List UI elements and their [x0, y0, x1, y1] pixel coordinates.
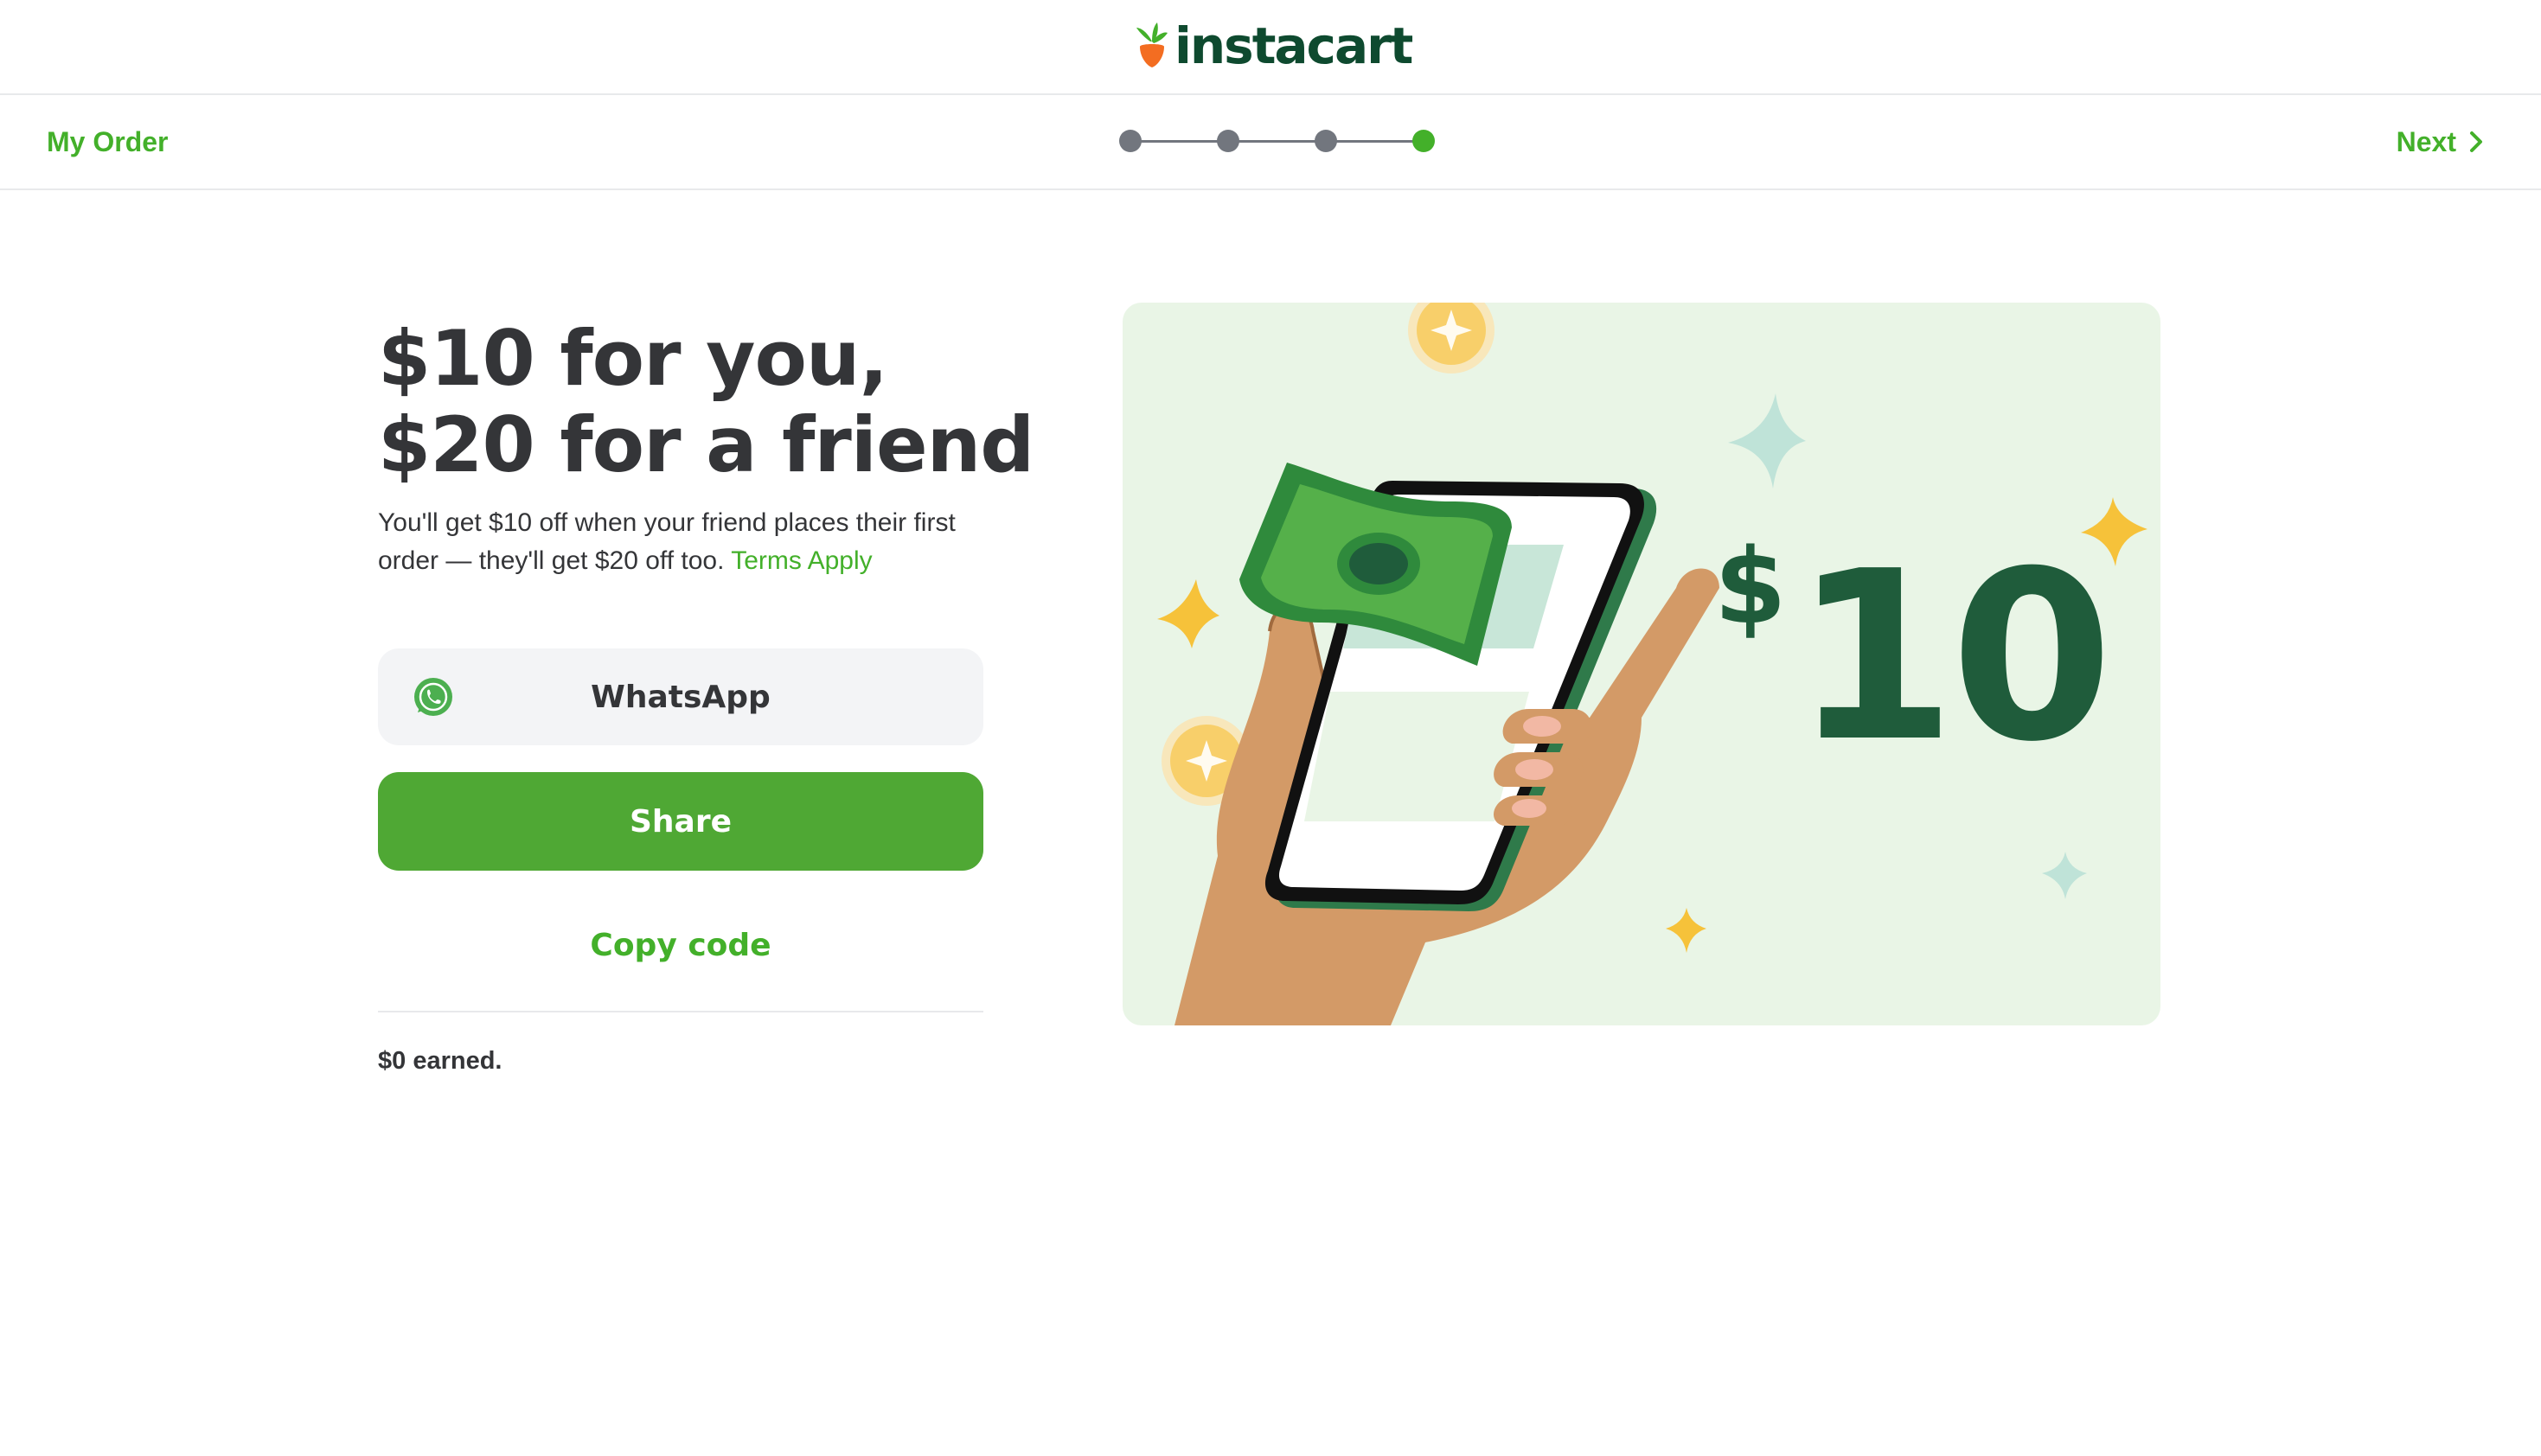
chevron-right-icon — [2470, 131, 2482, 152]
reward-amount: $ 10 — [1714, 520, 2114, 793]
sparkle-icon-teal-bottom — [2042, 852, 2087, 899]
step-dot-1 — [1119, 130, 1142, 152]
currency-symbol: $ — [1714, 527, 1787, 648]
next-label: Next — [2396, 126, 2456, 157]
earned-amount: $0 earned. — [378, 1047, 502, 1075]
next-button[interactable]: Next — [2397, 123, 2484, 161]
whatsapp-share-button[interactable]: WhatsApp — [378, 648, 983, 745]
sparkle-icon-yellow-left — [1157, 579, 1219, 648]
my-order-link[interactable]: My Order — [47, 123, 168, 161]
stepper-track — [1130, 140, 1424, 143]
page-title: $10 for you, $20 for a friend — [378, 316, 1070, 489]
carrot-icon — [1136, 22, 1168, 67]
amount-value: 10 — [1793, 520, 2114, 793]
sparkle-icon-yellow-bottom — [1666, 908, 1706, 953]
terms-apply-link[interactable]: Terms Apply — [731, 546, 872, 575]
share-label: Share — [629, 803, 733, 840]
share-button[interactable]: Share — [378, 772, 983, 871]
divider — [378, 1011, 983, 1012]
whatsapp-icon — [414, 678, 452, 716]
app-header: instacart — [0, 0, 2541, 95]
whatsapp-label: WhatsApp — [591, 679, 771, 715]
step-dot-4-active — [1412, 130, 1435, 152]
coin-icon-top — [1408, 303, 1495, 374]
referral-description: You'll get $10 off when your friend plac… — [378, 504, 983, 580]
progress-stepper — [1119, 130, 1435, 152]
instacart-logo[interactable]: instacart — [1135, 16, 1413, 76]
step-dot-3 — [1315, 130, 1337, 152]
headline-line-1: $10 for you, — [378, 314, 888, 403]
sparkle-icon-teal-top — [1728, 393, 1806, 489]
copy-code-button[interactable]: Copy code — [378, 920, 983, 972]
step-navbar: My Order Next — [0, 95, 2541, 190]
logo-wordmark: instacart — [1174, 16, 1413, 75]
step-dot-2 — [1217, 130, 1239, 152]
headline-line-2: $20 for a friend — [378, 400, 1034, 489]
